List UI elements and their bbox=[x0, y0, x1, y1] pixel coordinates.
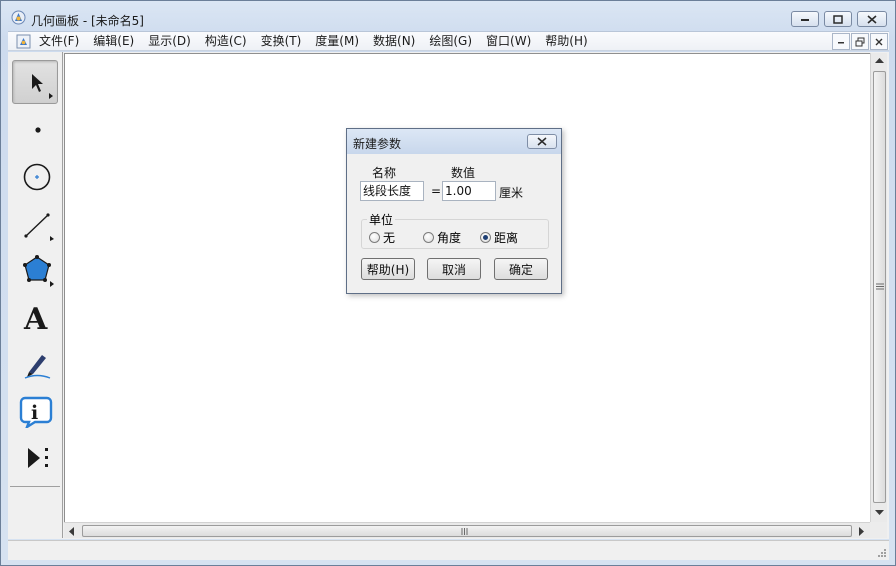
grip-icon bbox=[461, 528, 468, 535]
close-window-button[interactable] bbox=[857, 11, 887, 27]
minimize-icon bbox=[838, 41, 844, 43]
minimize-button[interactable] bbox=[791, 11, 819, 27]
point-tool[interactable] bbox=[12, 106, 58, 150]
radio-checked-icon bbox=[480, 232, 491, 243]
window-title: 几何画板 - [未命名5] bbox=[31, 14, 144, 28]
menu-construct[interactable]: 构造(C) bbox=[205, 34, 254, 49]
unit-radio-angle-label: 角度 bbox=[437, 231, 462, 245]
menu-transform[interactable]: 变换(T) bbox=[261, 34, 309, 49]
polygon-tool[interactable] bbox=[12, 246, 58, 290]
arrow-select-icon bbox=[32, 74, 53, 99]
parameter-name-input[interactable]: 线段长度 bbox=[360, 181, 424, 201]
doc-minimize-button[interactable] bbox=[832, 33, 850, 50]
close-icon bbox=[875, 38, 883, 45]
menu-measure[interactable]: 度量(M) bbox=[315, 34, 366, 49]
units-group-label: 单位 bbox=[367, 211, 396, 228]
help-button[interactable]: 帮助(H) bbox=[361, 258, 415, 280]
unit-suffix: 厘米 bbox=[499, 186, 524, 200]
text-tool[interactable]: A bbox=[12, 293, 58, 337]
resize-grip-icon[interactable] bbox=[875, 546, 887, 558]
compass-tool[interactable] bbox=[12, 153, 58, 197]
restore-icon bbox=[855, 37, 865, 46]
document-icon[interactable] bbox=[16, 34, 31, 49]
marker-icon bbox=[24, 355, 51, 379]
menu-data[interactable]: 数据(N) bbox=[373, 34, 422, 49]
marker-tool[interactable] bbox=[12, 340, 58, 384]
menu-edit[interactable]: 编辑(E) bbox=[93, 34, 141, 49]
new-parameter-dialog: 新建参数 名称 数值 线段长度 = 1.00 厘米 单位 无 角度 距离 帮助(… bbox=[346, 128, 562, 294]
toolbox: A i bbox=[8, 52, 63, 538]
unit-radio-angle[interactable]: 角度 bbox=[423, 229, 461, 246]
compass-icon bbox=[23, 163, 51, 191]
doc-restore-button[interactable] bbox=[851, 33, 869, 50]
parameter-value-input[interactable]: 1.00 bbox=[442, 181, 496, 201]
name-label: 名称 bbox=[372, 166, 397, 180]
close-icon bbox=[537, 137, 547, 146]
custom-tool-icon bbox=[28, 448, 48, 468]
menu-display[interactable]: 显示(D) bbox=[148, 34, 198, 49]
menu-graph[interactable]: 绘图(G) bbox=[429, 34, 479, 49]
menu-file[interactable]: 文件(F) bbox=[39, 34, 86, 49]
scroll-left-icon[interactable] bbox=[69, 527, 75, 536]
unit-radio-distance-label: 距离 bbox=[494, 231, 519, 245]
vertical-scrollbar[interactable] bbox=[870, 53, 887, 522]
straightedge-tool[interactable] bbox=[12, 200, 58, 244]
information-tool[interactable]: i bbox=[12, 387, 58, 431]
horizontal-scroll-thumb[interactable] bbox=[82, 525, 852, 537]
polygon-icon bbox=[23, 255, 54, 287]
value-label: 数值 bbox=[451, 166, 476, 180]
minimize-icon bbox=[801, 19, 809, 21]
doc-close-button[interactable] bbox=[870, 33, 888, 50]
scroll-up-icon[interactable] bbox=[875, 58, 884, 64]
client-area: A i bbox=[8, 52, 889, 539]
unit-radio-distance[interactable]: 距离 bbox=[480, 229, 518, 246]
straightedge-icon bbox=[24, 213, 54, 241]
equals-sign: = bbox=[431, 184, 442, 198]
menu-window[interactable]: 窗口(W) bbox=[486, 34, 538, 49]
dialog-close-button[interactable] bbox=[527, 134, 557, 149]
scroll-right-icon[interactable] bbox=[859, 527, 865, 536]
menu-help[interactable]: 帮助(H) bbox=[545, 34, 594, 49]
unit-radio-none[interactable]: 无 bbox=[369, 229, 395, 246]
arrow-tool[interactable] bbox=[12, 60, 58, 104]
status-bar bbox=[8, 540, 889, 560]
menu-bar: 文件(F) 编辑(E) 显示(D) 构造(C) 变换(T) 度量(M) 数据(N… bbox=[8, 31, 889, 51]
scroll-down-icon[interactable] bbox=[875, 510, 884, 516]
vertical-scroll-thumb[interactable] bbox=[873, 71, 886, 503]
svg-text:i: i bbox=[31, 402, 38, 424]
maximize-button[interactable] bbox=[824, 11, 852, 27]
radio-unchecked-icon bbox=[423, 232, 434, 243]
ok-button[interactable]: 确定 bbox=[494, 258, 548, 280]
title-bar[interactable]: 几何画板 - [未命名5] bbox=[1, 1, 895, 31]
unit-radio-none-label: 无 bbox=[383, 231, 396, 245]
dialog-title-bar[interactable]: 新建参数 bbox=[347, 129, 561, 154]
radio-unchecked-icon bbox=[369, 232, 380, 243]
text-icon: A bbox=[23, 302, 48, 334]
close-icon bbox=[867, 14, 877, 24]
scroll-corner bbox=[870, 522, 887, 538]
custom-tool[interactable] bbox=[12, 434, 58, 478]
toolbox-separator bbox=[10, 486, 60, 487]
dialog-title: 新建参数 bbox=[353, 137, 402, 151]
grip-icon bbox=[876, 283, 884, 290]
menu-items: 文件(F) 编辑(E) 显示(D) 构造(C) 变换(T) 度量(M) 数据(N… bbox=[39, 34, 602, 49]
maximize-icon bbox=[833, 14, 843, 24]
information-icon: i bbox=[19, 396, 53, 428]
cancel-button[interactable]: 取消 bbox=[427, 258, 481, 280]
point-icon bbox=[35, 127, 41, 133]
horizontal-scrollbar[interactable] bbox=[64, 522, 870, 538]
app-icon bbox=[11, 10, 26, 25]
svg-text:A: A bbox=[23, 302, 48, 334]
